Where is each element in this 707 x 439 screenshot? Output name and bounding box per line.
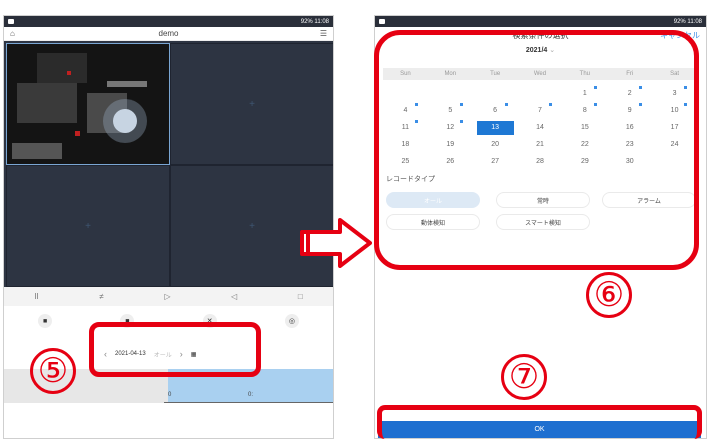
calendar-day[interactable]: 13 (476, 120, 514, 135)
calendar-day[interactable]: 11 (387, 119, 424, 135)
camera-grid: + + + (4, 41, 333, 287)
camera-tile-2[interactable]: + (170, 43, 333, 165)
calendar-day[interactable]: 4 (387, 102, 424, 118)
camera-feed-image (7, 44, 169, 164)
calendar-day[interactable]: 1 (566, 85, 603, 101)
calendar-day[interactable]: 18 (387, 138, 424, 152)
home-icon[interactable]: ⌂ (10, 29, 15, 38)
top-nav: ⌂ demo ☰ (4, 27, 333, 41)
weekday-label: Fri (626, 71, 634, 77)
ok-button[interactable]: OK (378, 421, 701, 438)
next-day-button[interactable]: › (180, 349, 183, 359)
record-type-all[interactable]: オール (386, 192, 480, 208)
split-screen-icon[interactable]: ≠ (99, 292, 103, 301)
weekday-label: Wed (533, 71, 547, 77)
notification-icon (8, 19, 14, 24)
speed-button[interactable]: ◎ (284, 314, 299, 328)
cancel-button[interactable]: キャンセル (660, 30, 700, 41)
play-icon[interactable]: ▷ (164, 292, 170, 301)
record-button[interactable]: ■ (120, 314, 135, 328)
calendar-day[interactable]: 8 (566, 102, 603, 118)
camera-tile-3[interactable]: + (6, 165, 170, 287)
record-type-smart[interactable]: スマート検知 (496, 214, 590, 230)
calendar-day-empty (522, 87, 559, 101)
snapshot-button[interactable]: ■ (38, 314, 53, 328)
record-mode-label: オール (153, 352, 172, 359)
add-camera-icon: + (85, 220, 91, 232)
status-bar: 92% 11:08 (375, 16, 706, 27)
record-type-motion[interactable]: 動体検知 (386, 214, 480, 230)
calendar-day[interactable]: 14 (522, 121, 559, 135)
volume-icon[interactable]: ◁ (231, 292, 237, 301)
calendar-day[interactable]: 2 (611, 85, 648, 101)
status-text: 92% 11:08 (673, 18, 702, 25)
month-selector[interactable]: 2021/4 ⌄ (375, 46, 706, 60)
calendar-day[interactable]: 23 (611, 138, 648, 152)
layout-icon[interactable]: □ (298, 292, 303, 301)
page-title: 検索条件の選択 (512, 30, 569, 40)
status-bar: 92% 11:08 (4, 16, 333, 27)
timeline-tick: 0 (168, 392, 172, 398)
status-text: 92% 11:08 (300, 18, 329, 25)
record-type-label: レコードタイプ (386, 176, 435, 183)
timeline-tick: 0: (248, 392, 254, 398)
cut-button[interactable]: ✕ (202, 314, 217, 328)
action-button-row: ■ ■ ✕ ◎ (4, 312, 333, 330)
record-type-alarm[interactable]: アラーム (602, 192, 696, 208)
weekday-label: Tue (490, 71, 501, 77)
calendar-day[interactable]: 9 (611, 102, 648, 118)
calendar-day[interactable]: 27 (477, 155, 514, 169)
add-camera-icon: + (249, 98, 255, 110)
calendar-day-empty (387, 87, 424, 101)
calendar-day[interactable]: 12 (432, 119, 469, 135)
calendar-day-empty (477, 87, 514, 101)
step-number-5: ⑤ (30, 348, 76, 394)
top-nav: 検索条件の選択 キャンセル (375, 27, 706, 43)
record-type-options: オール 常時 アラーム 動体検知 スマート検知 (386, 190, 700, 230)
calendar-day[interactable]: 30 (611, 155, 648, 169)
pause-icon[interactable]: II (34, 292, 38, 301)
menu-icon[interactable]: ☰ (320, 29, 327, 38)
date-picker: ‹ 2021-04-13 オール › ▦ (104, 344, 254, 364)
calendar-day[interactable]: 15 (566, 121, 603, 135)
calendar-day[interactable]: 17 (656, 121, 693, 135)
month-label: 2021/4 (525, 47, 548, 54)
weekday-label: Thu (579, 71, 591, 77)
page-title: demo (158, 29, 179, 38)
calendar-day[interactable]: 7 (522, 102, 559, 118)
calendar-day[interactable]: 19 (432, 138, 469, 152)
calendar-days: 1 2 3 4 5 6 7 8 9 10 11 12 13 14 15 16 17 18 19 20 21 22 23 24 2… (383, 85, 697, 170)
step-number-6: ⑥ (586, 272, 632, 318)
calendar-day[interactable]: 22 (566, 138, 603, 152)
playback-control-bar: II ≠ ▷ ◁ □ (4, 287, 333, 306)
arrow-right-icon (300, 218, 372, 268)
calendar-day[interactable]: 24 (656, 138, 693, 152)
calendar-day[interactable]: 10 (656, 102, 693, 118)
step-number-7: ⑦ (501, 354, 547, 400)
calendar-day[interactable]: 20 (477, 138, 514, 152)
calendar-day[interactable]: 29 (566, 155, 603, 169)
prev-day-button[interactable]: ‹ (104, 349, 107, 359)
calendar-day-empty (432, 87, 469, 101)
add-camera-icon: + (249, 220, 255, 232)
record-type-regular[interactable]: 常時 (496, 192, 590, 208)
weekday-label: Sun (400, 71, 411, 77)
calendar-day[interactable]: 21 (522, 138, 559, 152)
calendar-day[interactable]: 16 (611, 121, 648, 135)
calendar-day[interactable]: 3 (656, 85, 693, 101)
notification-icon (379, 19, 385, 24)
calendar-icon[interactable]: ▦ (191, 351, 197, 358)
calendar-day[interactable]: 28 (522, 155, 559, 169)
calendar-day[interactable]: 5 (432, 102, 469, 118)
chevron-down-icon: ⌄ (549, 47, 556, 54)
selected-date[interactable]: 2021-04-13 (115, 351, 146, 357)
camera-tile-1[interactable] (6, 43, 170, 165)
calendar-day[interactable]: 25 (387, 155, 424, 169)
empty-area (4, 403, 333, 438)
calendar-day[interactable]: 6 (477, 102, 514, 118)
weekday-header: Sun Mon Tue Wed Thu Fri Sat (383, 68, 697, 80)
weekday-label: Mon (444, 71, 457, 77)
weekday-label: Sat (670, 71, 680, 77)
calendar-day[interactable]: 26 (432, 155, 469, 169)
